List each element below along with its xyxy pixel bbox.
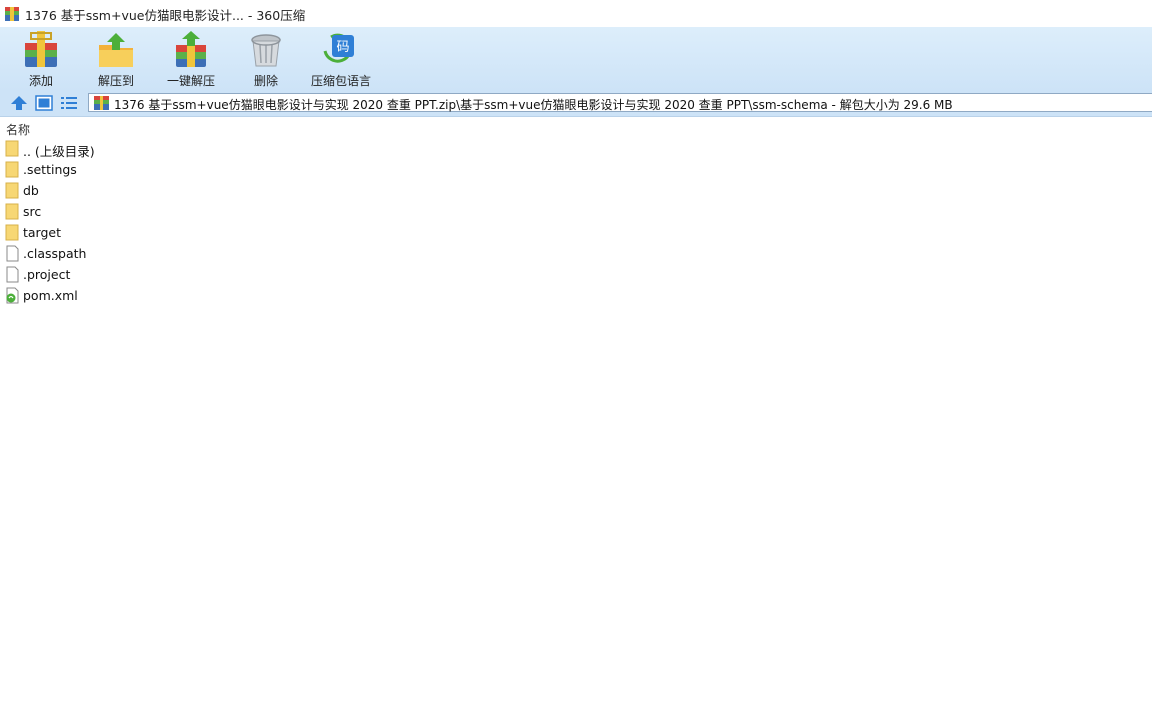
- extract-to-button-label: 解压到: [97, 74, 134, 88]
- list-item-project[interactable]: .project: [0, 264, 1152, 285]
- folder-icon: [5, 224, 19, 241]
- extract-to-icon: [99, 33, 133, 67]
- add-archive-icon: [25, 31, 57, 67]
- window-title: 1376 基于ssm+vue仿猫眼电影设计... - 360压缩: [25, 8, 306, 23]
- list-item-name: .settings: [23, 162, 77, 177]
- list-item-db[interactable]: db: [0, 180, 1152, 201]
- list-item-parent-directory[interactable]: .. (上级目录): [0, 138, 1152, 159]
- add-button[interactable]: 添加: [4, 30, 78, 88]
- list-view-icon[interactable]: [60, 95, 78, 111]
- folder-icon: [5, 161, 19, 178]
- column-header-name[interactable]: 名称: [6, 121, 30, 138]
- toolbar: 添加 解压到 一键解压 删除 码 压缩包语言: [0, 27, 1152, 90]
- current-path: 1376 基于ssm+vue仿猫眼电影设计与实现 2020 查重 PPT.zip…: [114, 98, 953, 112]
- archive-path-icon: [94, 96, 109, 110]
- list-header: 名称: [0, 118, 1152, 138]
- file-icon: [6, 266, 19, 283]
- language-glyph: 码: [336, 40, 349, 55]
- list-item-name: target: [23, 225, 62, 240]
- folder-icon: [5, 182, 19, 199]
- list-item-src[interactable]: src: [0, 201, 1152, 222]
- large-icon-view-icon[interactable]: [35, 95, 53, 111]
- list-item-name: .classpath: [23, 246, 87, 261]
- folder-icon: [5, 203, 19, 220]
- archive-language-button-label: 压缩包语言: [310, 74, 371, 88]
- list-item-name: .. (上级目录): [23, 144, 95, 159]
- file-icon: [6, 245, 19, 262]
- list-item-settings[interactable]: .settings: [0, 159, 1152, 180]
- add-button-label: 添加: [28, 74, 53, 88]
- list-item-name: pom.xml: [23, 288, 78, 303]
- list-item-target[interactable]: target: [0, 222, 1152, 243]
- file-list: .. (上级目录) .settings db src target .class…: [0, 138, 1152, 306]
- list-item-name: src: [23, 204, 42, 219]
- xml-file-icon: [6, 287, 19, 304]
- path-bar[interactable]: 1376 基于ssm+vue仿猫眼电影设计与实现 2020 查重 PPT.zip…: [88, 93, 1152, 112]
- one-click-extract-button-label: 一键解压: [166, 74, 215, 88]
- list-item-classpath[interactable]: .classpath: [0, 243, 1152, 264]
- list-item-name: db: [23, 183, 39, 198]
- one-click-extract-icon: [176, 31, 206, 67]
- archive-app-icon: [5, 7, 19, 21]
- navigation-bar: 1376 基于ssm+vue仿猫眼电影设计与实现 2020 查重 PPT.zip…: [0, 90, 1152, 117]
- extract-to-button[interactable]: 解压到: [79, 30, 153, 88]
- list-item-name: .project: [23, 267, 71, 282]
- delete-button-label: 删除: [253, 74, 278, 88]
- delete-button[interactable]: 删除: [229, 30, 303, 88]
- delete-icon: [251, 34, 281, 67]
- list-item-pom-xml[interactable]: pom.xml: [0, 285, 1152, 306]
- one-click-extract-button[interactable]: 一键解压: [154, 30, 228, 88]
- archive-language-icon: 码: [323, 33, 354, 63]
- title-bar: 1376 基于ssm+vue仿猫眼电影设计... - 360压缩: [0, 0, 1152, 27]
- folder-icon: [5, 140, 19, 157]
- archive-language-button[interactable]: 码 压缩包语言: [304, 30, 378, 88]
- up-arrow-icon[interactable]: [10, 95, 28, 111]
